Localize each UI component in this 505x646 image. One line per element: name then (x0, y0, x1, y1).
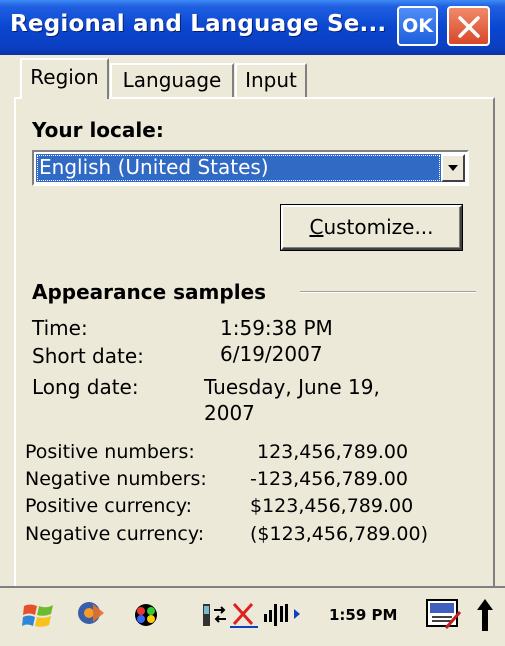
window-title: Regional and Language Se... (10, 11, 387, 37)
time-label: Time: (32, 316, 88, 340)
negative-currency-label: Negative currency: (25, 523, 205, 545)
tab-input[interactable]: Input (235, 63, 307, 97)
short-date-value: 6/19/2007 (220, 342, 323, 366)
samples-heading: Appearance samples (32, 280, 267, 304)
negative-currency-value: ($123,456,789.00) (250, 523, 429, 545)
arrow-up-icon[interactable] (476, 598, 494, 632)
close-icon (458, 16, 480, 38)
title-bar: Regional and Language Se... OK (0, 0, 505, 55)
negative-numbers-value: -123,456,789.00 (250, 468, 408, 490)
media-icon[interactable] (76, 598, 106, 628)
network-disconnected-icon[interactable] (230, 600, 258, 630)
short-date-label: Short date: (32, 344, 144, 368)
positive-numbers-value: 123,456,789.00 (257, 441, 409, 463)
signal-icon[interactable] (264, 600, 304, 628)
locale-dropdown[interactable]: English (United States) (32, 150, 469, 186)
taskbar-clock[interactable]: 1:59 PM (329, 606, 397, 624)
taskbar: 1:59 PM (0, 586, 505, 646)
positive-numbers-label: Positive numbers: (25, 441, 195, 463)
locale-label: Your locale: (32, 118, 164, 142)
time-value: 1:59:38 PM (220, 316, 333, 340)
long-date-label: Long date: (32, 375, 139, 399)
tab-language[interactable]: Language (110, 63, 234, 97)
customize-button[interactable]: Customize... (281, 205, 462, 250)
samples-divider (300, 291, 476, 293)
input-panel-icon[interactable] (426, 598, 462, 632)
chevron-down-icon (448, 165, 458, 171)
messenger-icon[interactable] (132, 602, 160, 628)
negative-numbers-label: Negative numbers: (25, 468, 207, 490)
ok-button[interactable]: OK (397, 6, 438, 46)
long-date-value-line1: Tuesday, June 19, (204, 375, 380, 399)
close-button[interactable] (447, 6, 490, 46)
customize-label: Customize... (309, 215, 434, 239)
long-date-value-line2: 2007 (204, 401, 255, 425)
positive-currency-label: Positive currency: (25, 495, 193, 517)
locale-selected-value: English (United States) (36, 154, 441, 182)
dropdown-arrow-button[interactable] (441, 154, 465, 182)
tab-region[interactable]: Region (20, 58, 109, 99)
positive-currency-value: $123,456,789.00 (250, 495, 414, 517)
windows-start-icon[interactable] (22, 600, 56, 632)
connectivity-icon[interactable] (202, 600, 228, 630)
